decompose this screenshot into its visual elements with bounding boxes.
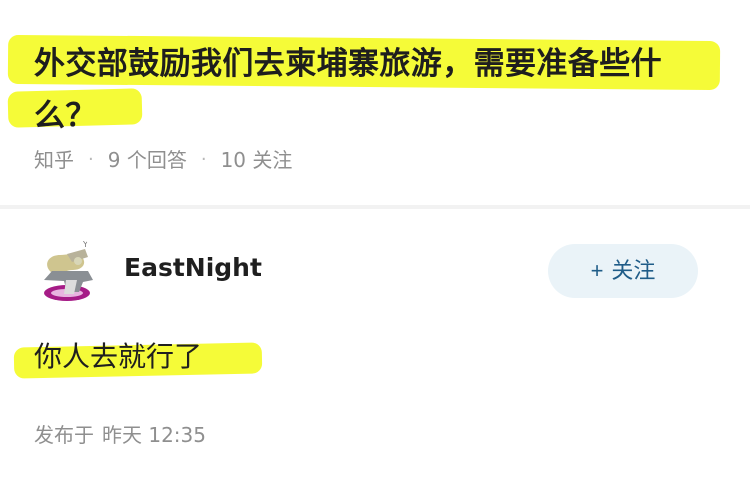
follow-label: 关注	[611, 258, 656, 283]
answer-author[interactable]: EastNight	[124, 252, 262, 284]
answer-text[interactable]: 你人去就行了	[34, 337, 202, 377]
question-meta: 知乎 · 9 个回答 · 10 关注	[34, 146, 292, 174]
question-title[interactable]: 外交部鼓励我们去柬埔寨旅游，需要准备些什么？	[34, 38, 724, 142]
answer-count[interactable]: 9 个回答	[108, 146, 187, 174]
zhihu-answer-screenshot: 外交部鼓励我们去柬埔寨旅游，需要准备些什么？ 知乎 · 9 个回答 · 10 关…	[0, 0, 750, 484]
posted-time: 昨天 12:35	[102, 423, 206, 447]
avatar[interactable]: Y	[30, 235, 102, 307]
follower-count[interactable]: 10 关注	[221, 146, 293, 174]
post-time: 发布于 昨天 12:35	[34, 421, 206, 449]
follow-button[interactable]: + 关注	[548, 244, 698, 298]
section-divider	[0, 205, 750, 209]
meta-separator: ·	[200, 149, 207, 170]
avatar-image: Y	[30, 235, 102, 307]
svg-text:Y: Y	[82, 240, 88, 249]
plus-icon: +	[590, 258, 604, 283]
source-label[interactable]: 知乎	[34, 146, 74, 174]
posted-prefix: 发布于	[34, 423, 94, 447]
meta-separator: ·	[88, 149, 94, 170]
